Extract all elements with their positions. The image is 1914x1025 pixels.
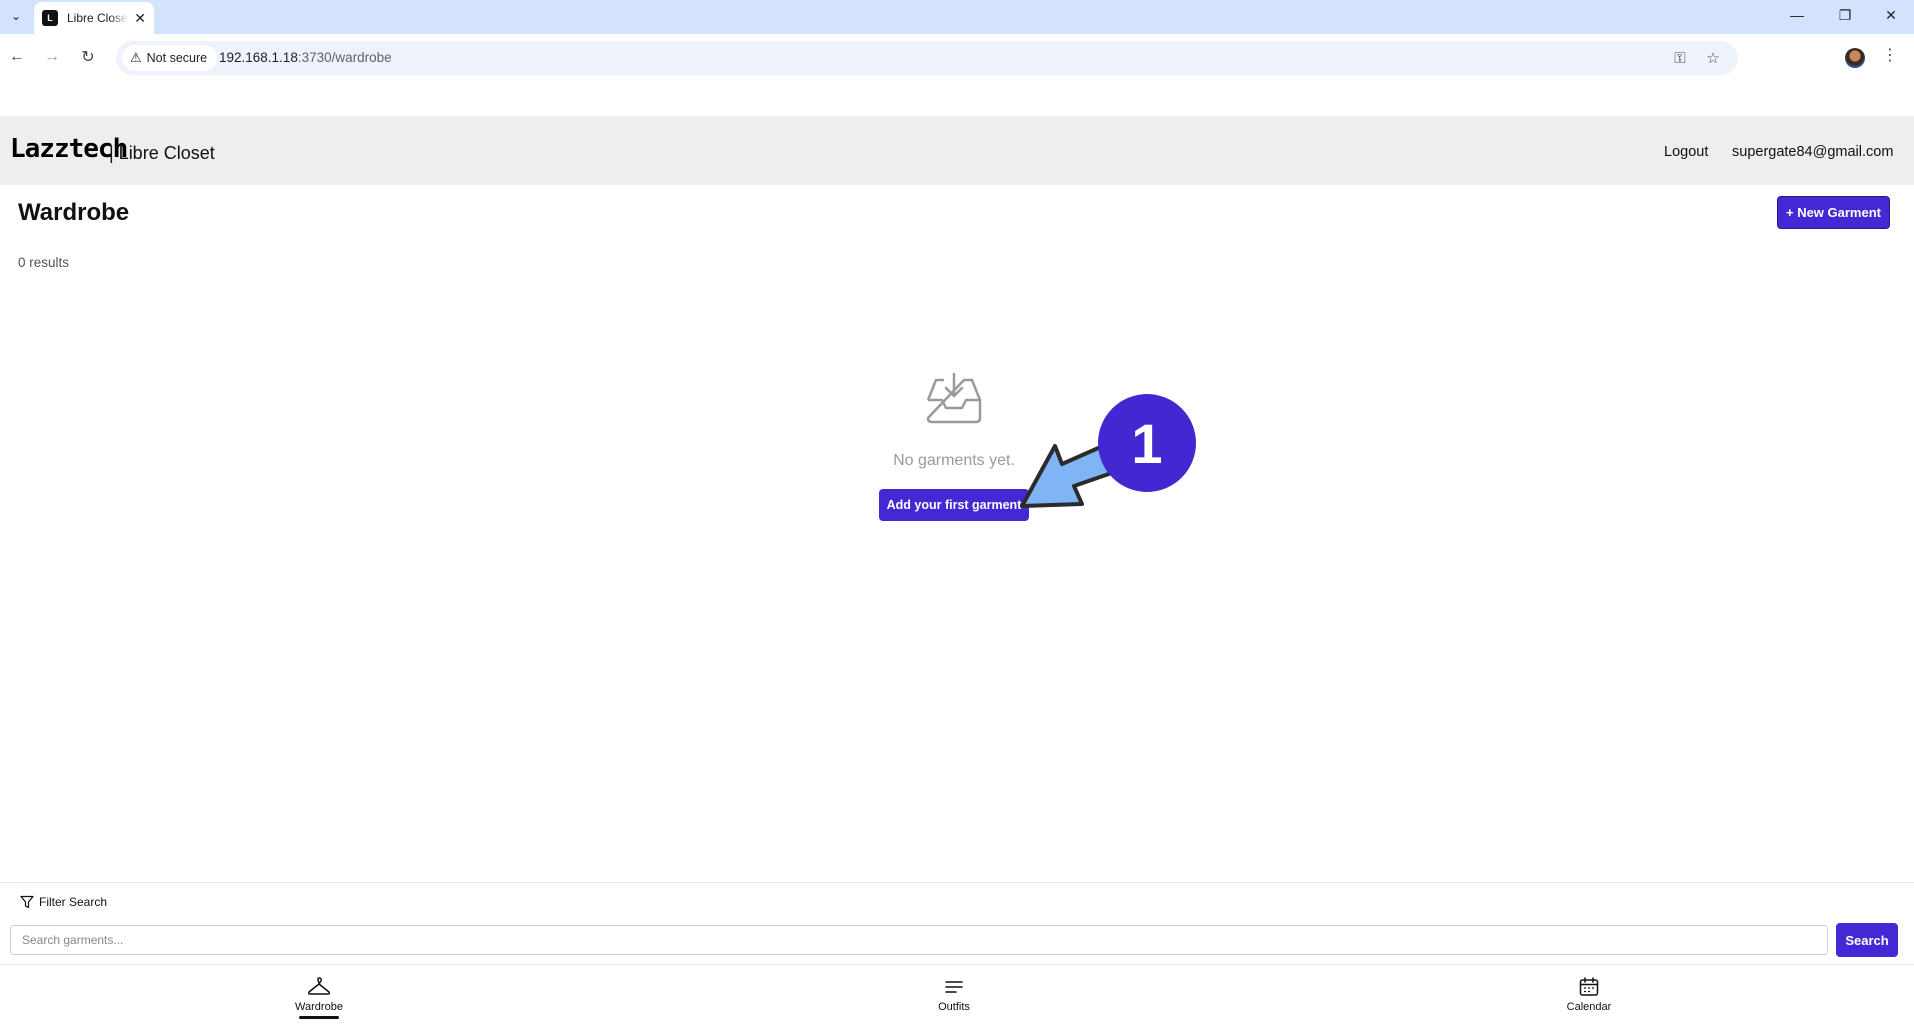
url-host: 192.168.1.18 bbox=[219, 50, 298, 65]
nav-label-calendar: Calendar bbox=[1566, 1001, 1612, 1013]
callout-number-badge: 1 bbox=[1098, 394, 1196, 492]
filter-search-toggle[interactable]: Filter Search bbox=[20, 895, 107, 909]
results-count: 0 results bbox=[18, 255, 70, 270]
filter-search-label: Filter Search bbox=[39, 895, 108, 909]
nav-item-calendar[interactable]: Calendar bbox=[1529, 977, 1649, 1013]
url-path: :3730/wardrobe bbox=[297, 50, 392, 65]
new-garment-button[interactable]: + New Garment bbox=[1777, 196, 1890, 229]
nav-item-wardrobe[interactable]: Wardrobe bbox=[259, 977, 379, 1013]
minimize-icon[interactable]: — bbox=[1774, 0, 1820, 30]
tab-favicon-icon: L bbox=[42, 10, 58, 26]
tab-close-icon[interactable]: ✕ bbox=[134, 10, 146, 27]
inbox-download-icon bbox=[926, 372, 982, 424]
logout-link[interactable]: Logout bbox=[1664, 144, 1708, 160]
nav-label-wardrobe: Wardrobe bbox=[295, 1001, 343, 1013]
reload-icon[interactable]: ↻ bbox=[76, 45, 100, 69]
tab-search-chevron-icon[interactable]: ⌄ bbox=[4, 4, 28, 28]
restore-icon[interactable]: ❐ bbox=[1822, 0, 1868, 30]
profile-avatar[interactable] bbox=[1845, 48, 1865, 68]
window-close-icon[interactable]: ✕ bbox=[1868, 0, 1914, 30]
search-input[interactable] bbox=[10, 925, 1828, 955]
list-icon bbox=[945, 981, 963, 993]
nav-item-outfits[interactable]: Outfits bbox=[894, 977, 1014, 1013]
back-icon[interactable]: ← bbox=[5, 45, 29, 69]
search-button[interactable]: Search bbox=[1836, 923, 1898, 957]
hanger-icon bbox=[307, 977, 331, 995]
brand-name[interactable]: | Libre Closet bbox=[109, 143, 215, 164]
page-title: Wardrobe bbox=[18, 199, 130, 226]
nav-active-indicator bbox=[299, 1016, 339, 1019]
browser-menu-icon[interactable]: ⋮ bbox=[1882, 45, 1898, 65]
address-bar[interactable]: ⚠ Not secure 192.168.1.18:3730/wardrobe … bbox=[116, 41, 1738, 75]
warning-icon: ⚠ bbox=[130, 50, 142, 65]
security-chip[interactable]: ⚠ Not secure bbox=[122, 45, 218, 71]
tab-title: Libre Closet bbox=[67, 11, 129, 25]
app-header: Lazztech | Libre Closet Logout supergate… bbox=[0, 116, 1914, 185]
calendar-icon bbox=[1579, 977, 1599, 996]
password-key-icon[interactable]: ⚿ bbox=[1670, 48, 1690, 68]
filter-divider bbox=[0, 882, 1914, 883]
browser-tab[interactable]: L Libre Closet ✕ bbox=[34, 2, 154, 34]
empty-state-message: No garments yet. bbox=[893, 452, 1015, 469]
nav-label-outfits: Outfits bbox=[938, 1001, 970, 1013]
browser-tabstrip: ⌄ L Libre Closet ✕ — ❐ ✕ bbox=[0, 0, 1914, 34]
bookmark-star-icon[interactable]: ☆ bbox=[1703, 48, 1723, 68]
filter-funnel-icon bbox=[20, 895, 34, 909]
bottom-nav: Wardrobe Outfits Calendar bbox=[0, 964, 1914, 1025]
forward-icon[interactable]: → bbox=[40, 45, 64, 69]
security-label: Not secure bbox=[146, 51, 208, 65]
url-text[interactable]: 192.168.1.18:3730/wardrobe bbox=[219, 50, 392, 65]
user-email[interactable]: supergate84@gmail.com bbox=[1732, 144, 1893, 160]
